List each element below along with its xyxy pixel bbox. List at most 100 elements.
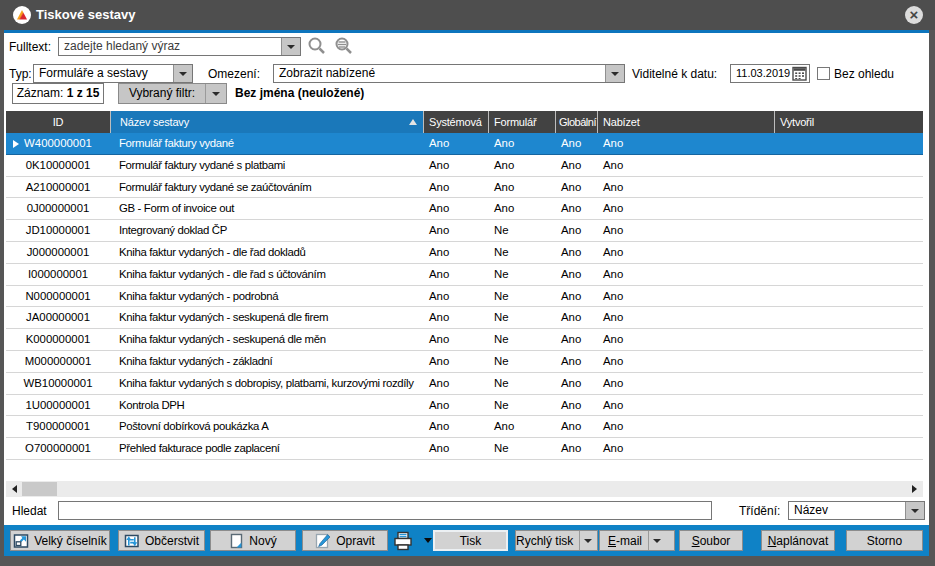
- table-row[interactable]: JD10000001Integrovaný doklad ČPAnoNeAnoA…: [6, 220, 923, 242]
- cell-creator: [774, 416, 923, 437]
- table-row[interactable]: A210000001Formulář faktury vydané se zaú…: [6, 177, 923, 199]
- table-row[interactable]: I000000001Kniha faktur vydaných - dle řa…: [6, 264, 923, 286]
- cell-global: Ano: [555, 242, 597, 263]
- vybrany-filtr-label: Vybraný filtr:: [119, 84, 205, 103]
- trideni-combobox[interactable]: Název: [788, 501, 925, 520]
- typ-value: Formuláře a sestavy: [39, 65, 148, 82]
- table-row[interactable]: W400000001Formulář faktury vydanéAnoAnoA…: [6, 133, 923, 155]
- typ-dropdown-button[interactable]: [173, 65, 192, 82]
- column-header-5[interactable]: Nabízet: [597, 111, 774, 133]
- table-row[interactable]: T900000001Poštovní dobírková poukázka AA…: [6, 416, 923, 438]
- velky-ciselnik-label: Velký číselník: [34, 534, 107, 548]
- table-row[interactable]: 1U00000001Kontrola DPHAnoNeAnoAno: [6, 395, 923, 417]
- cell-system: Ano: [423, 177, 488, 198]
- rychly-tisk-dropdown-button[interactable]: [579, 531, 597, 550]
- cell-global: Ano: [555, 286, 597, 307]
- table-row[interactable]: K000000001Kniha faktur vydaných - seskup…: [6, 329, 923, 351]
- vybrany-filtr-dropdown-button[interactable]: [205, 84, 226, 103]
- cell-name: Kniha faktur vydaných - podrobná: [110, 286, 423, 307]
- column-header-6[interactable]: Vytvořil: [774, 111, 923, 133]
- cell-creator: [774, 395, 923, 416]
- scrollbar-thumb[interactable]: [22, 482, 57, 496]
- obcerstvit-label: Občerstvit: [145, 534, 199, 548]
- horizontal-scrollbar[interactable]: [6, 481, 923, 497]
- table-row[interactable]: WB10000001Kniha faktur vydaných s dobrop…: [6, 373, 923, 395]
- cell-system: Ano: [423, 438, 488, 459]
- typ-combobox[interactable]: Formuláře a sestavy: [33, 64, 193, 83]
- email-dropdown-button[interactable]: [648, 531, 666, 550]
- window: Tiskové sestavy × Fulltext: zadejte hled…: [0, 0, 935, 566]
- cell-system: Ano: [423, 351, 488, 372]
- cell-offer: Ano: [597, 220, 774, 241]
- cell-global: Ano: [555, 133, 597, 154]
- trideni-label: Třídění:: [739, 504, 780, 518]
- cell-id: O700000001: [6, 438, 110, 459]
- cell-form: Ne: [488, 220, 555, 241]
- fulltext-search-icon[interactable]: [332, 36, 356, 56]
- cell-id: N000000001: [6, 286, 110, 307]
- bez-ohledu-label: Bez ohledu: [834, 67, 894, 81]
- cell-global: Ano: [555, 264, 597, 285]
- cell-name: Formulář faktury vydané: [110, 133, 423, 154]
- column-header-3[interactable]: Formulář: [488, 111, 555, 133]
- omezeni-dropdown-button[interactable]: [605, 65, 624, 82]
- column-header-1[interactable]: Název sestavy: [110, 111, 423, 133]
- hledat-input[interactable]: [58, 501, 712, 520]
- table-row[interactable]: 0J00000001GB - Form of invoice outAnoAno…: [6, 198, 923, 220]
- cell-name: Kniha faktur vydaných - seskupená dle mě…: [110, 329, 423, 350]
- naplanovat-button[interactable]: Naplánovat: [761, 530, 835, 551]
- trideni-dropdown-button[interactable]: [905, 502, 924, 519]
- cell-creator: [774, 242, 923, 263]
- opravit-button[interactable]: Opravit: [302, 530, 388, 551]
- cell-offer: Ano: [597, 155, 774, 176]
- cell-creator: [774, 351, 923, 372]
- window-title: Tiskové sestavy: [36, 7, 136, 22]
- tisk-button[interactable]: Tisk: [433, 530, 508, 551]
- column-header-0[interactable]: ID: [6, 111, 110, 133]
- table-row[interactable]: JA00000001Kniha faktur vydaných - seskup…: [6, 307, 923, 329]
- novy-button[interactable]: Nový: [210, 530, 296, 551]
- opravit-label: Opravit: [336, 534, 375, 548]
- scroll-left-icon[interactable]: [12, 485, 17, 493]
- obcerstvit-button[interactable]: Občerstvit: [118, 530, 205, 551]
- scroll-right-icon[interactable]: [912, 485, 917, 493]
- vybrany-filtr-button[interactable]: Vybraný filtr:: [118, 83, 227, 104]
- table-row[interactable]: O700000001Přehled fakturace podle zaplac…: [6, 438, 923, 460]
- record-counter-label: Záznam:: [17, 86, 64, 100]
- calendar-icon[interactable]: [792, 66, 807, 81]
- table-row[interactable]: N000000001Kniha faktur vydaných - podrob…: [6, 286, 923, 308]
- printer-icon: [392, 531, 414, 551]
- fulltext-dropdown-button[interactable]: [281, 38, 300, 55]
- column-header-4[interactable]: Globální: [555, 111, 597, 133]
- date-input[interactable]: 11.03.2019: [730, 64, 810, 83]
- cell-creator: [774, 198, 923, 219]
- cell-name: Kniha faktur vydaných s dobropisy, platb…: [110, 373, 423, 394]
- email-button[interactable]: E-mail: [599, 530, 675, 551]
- tisk-label: Tisk: [460, 534, 482, 548]
- cell-form: Ano: [488, 133, 555, 154]
- omezeni-combobox[interactable]: Zobrazit nabízené: [273, 64, 625, 83]
- fulltext-input[interactable]: zadejte hledaný výraz: [58, 37, 301, 56]
- cell-offer: Ano: [597, 329, 774, 350]
- soubor-button[interactable]: Soubor: [679, 530, 743, 551]
- close-icon[interactable]: ×: [905, 6, 923, 24]
- cell-name: Integrovaný doklad ČP: [110, 220, 423, 241]
- cell-form: Ne: [488, 395, 555, 416]
- dialog-content: Fulltext: zadejte hledaný výraz Typ: For…: [4, 33, 929, 556]
- cell-name: Kniha faktur vydaných - dle řad dokladů: [110, 242, 423, 263]
- cell-id: W400000001: [6, 133, 110, 154]
- bez-ohledu-checkbox[interactable]: [817, 67, 830, 80]
- column-header-2[interactable]: Systémová: [423, 111, 488, 133]
- rychly-tisk-button[interactable]: Rychlý tisk: [515, 530, 598, 551]
- table-row[interactable]: J000000001Kniha faktur vydaných - dle řa…: [6, 242, 923, 264]
- table-row[interactable]: 0K10000001Formulář faktury vydané s plat…: [6, 155, 923, 177]
- rychly-tisk-label: Rychlý tisk: [516, 534, 573, 548]
- grid-body: W400000001Formulář faktury vydanéAnoAnoA…: [6, 133, 923, 460]
- storno-button[interactable]: Storno: [846, 530, 923, 551]
- cell-name: Kniha faktur vydaných - základní: [110, 351, 423, 372]
- cell-form: Ne: [488, 438, 555, 459]
- velky-ciselnik-button[interactable]: Velký číselník: [10, 530, 110, 551]
- search-icon[interactable]: [307, 36, 327, 56]
- table-row[interactable]: M000000001Kniha faktur vydaných - základ…: [6, 351, 923, 373]
- print-icon-button[interactable]: [392, 530, 436, 551]
